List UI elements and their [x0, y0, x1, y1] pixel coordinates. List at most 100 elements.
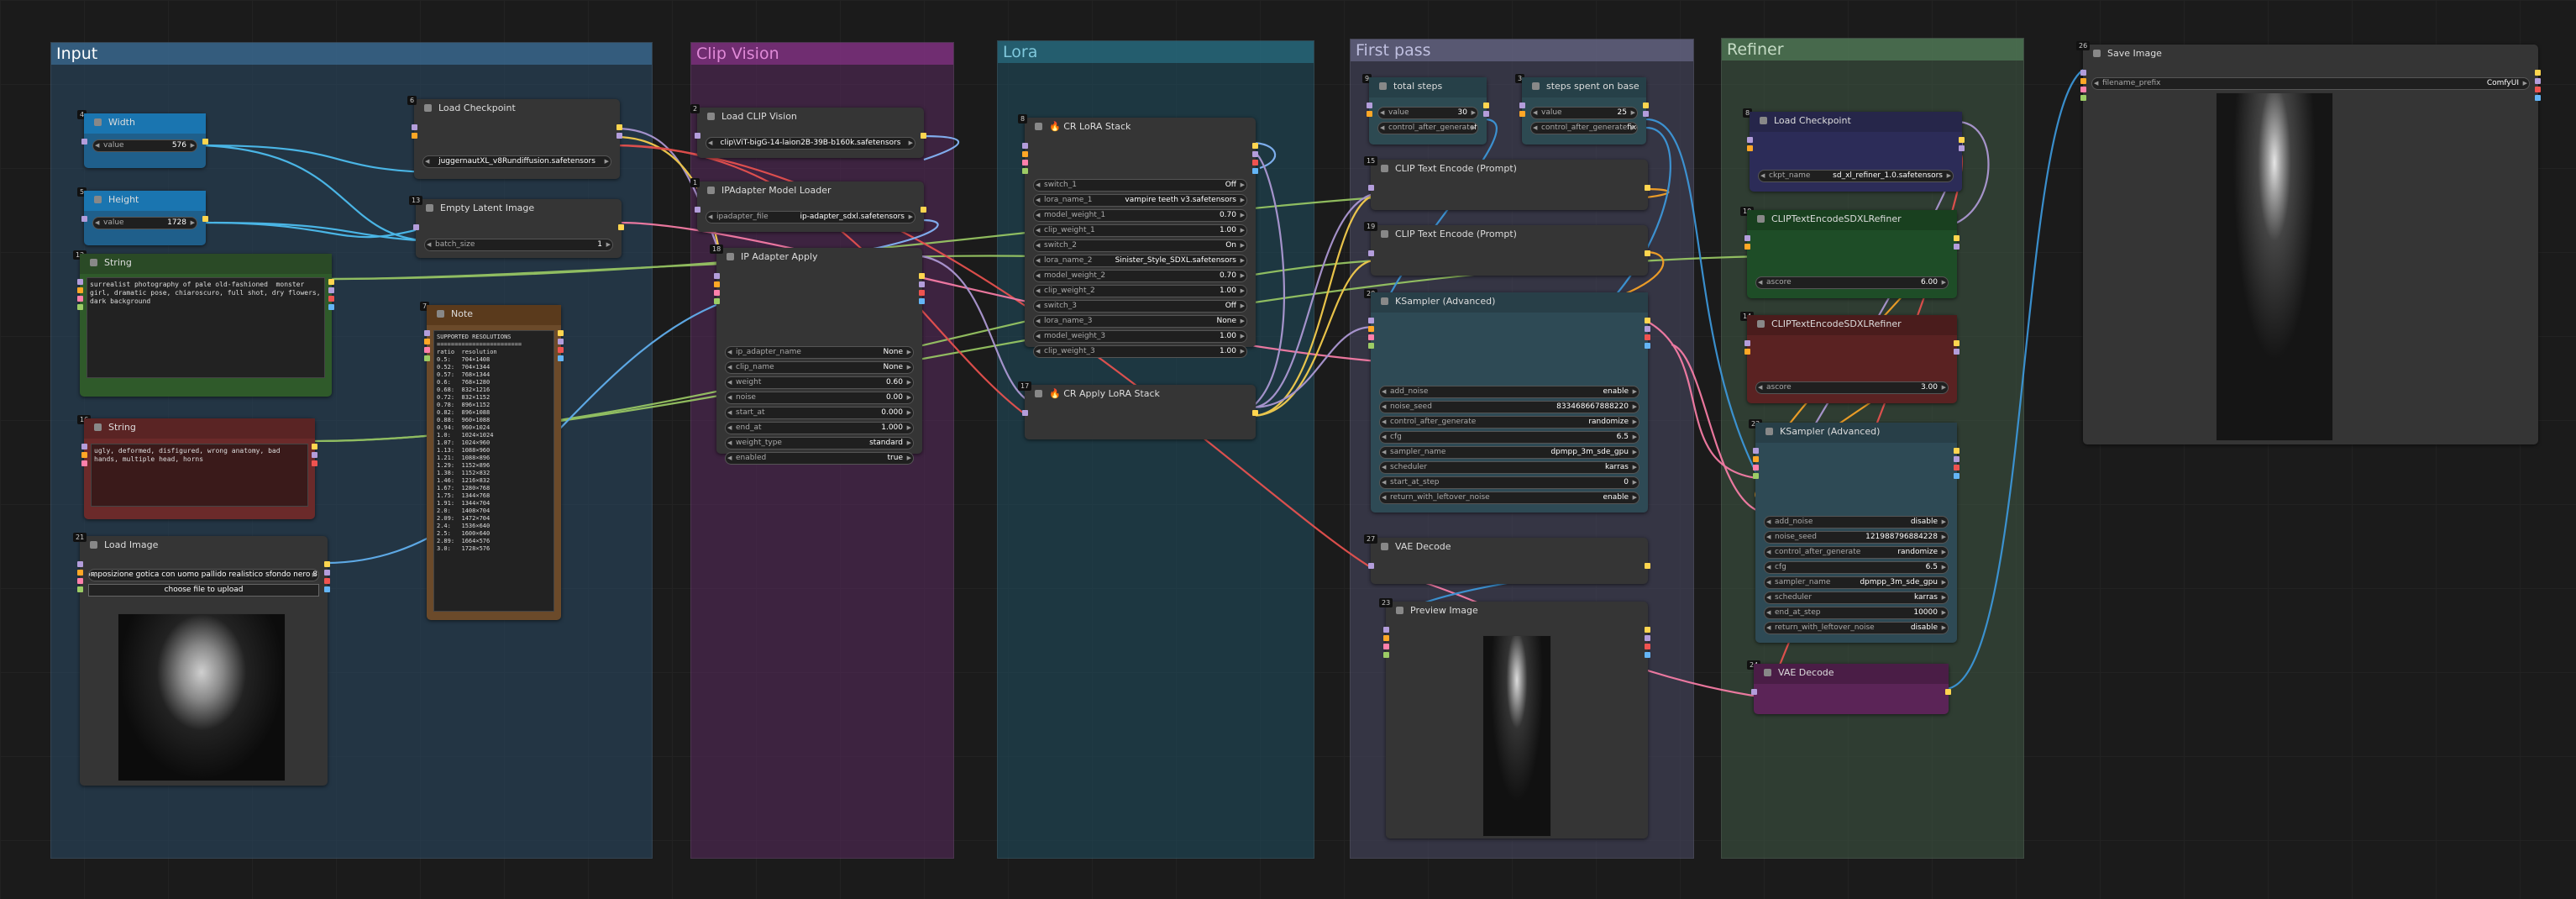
output-port[interactable] [919, 298, 925, 304]
output-port[interactable] [328, 296, 334, 302]
output-port[interactable] [616, 124, 622, 130]
input-port[interactable] [714, 281, 720, 287]
input-port[interactable] [1022, 151, 1028, 157]
node-clip-text-encode-1[interactable]: 15 CLIP Text Encode (Prompt) [1364, 156, 1650, 210]
output-port[interactable] [1645, 326, 1650, 332]
output-port[interactable] [1252, 143, 1258, 149]
node-cr-apply-lora-stack[interactable]: 17 🔥 CR Apply LoRA Stack [1018, 381, 1258, 439]
collapse-dot[interactable] [1035, 123, 1042, 130]
input-port[interactable] [81, 460, 87, 466]
output-port[interactable] [921, 133, 926, 139]
widget-ip-adapter-name[interactable]: ip_adapter_name None [725, 346, 914, 359]
widget-lora-name-3[interactable]: lora_name_3 None [1033, 315, 1247, 328]
output-port[interactable] [2535, 87, 2541, 92]
widget-clip-weight-1[interactable]: clip_weight_1 1.00 [1033, 224, 1247, 237]
input-port[interactable] [77, 570, 83, 576]
output-port[interactable] [1645, 627, 1650, 633]
input-port[interactable] [714, 290, 720, 296]
input-port[interactable] [1753, 448, 1759, 454]
output-port[interactable] [558, 355, 564, 361]
output-port[interactable] [328, 287, 334, 293]
node-refiner-encode-positive[interactable]: 10 CLIPTextEncodeSDXLRefiner ascore6.00 [1740, 207, 1960, 298]
input-port[interactable] [2080, 87, 2086, 92]
output-port[interactable] [328, 279, 334, 285]
input-port[interactable] [1753, 465, 1759, 471]
output-port[interactable] [1645, 635, 1650, 641]
input-port[interactable] [81, 444, 87, 450]
node-refiner-encode-negative[interactable]: 14 CLIPTextEncodeSDXLRefiner ascore3.00 [1740, 312, 1960, 403]
widget-enabled[interactable]: enabled true [725, 452, 914, 465]
output-port[interactable] [312, 444, 317, 450]
ipadapter-file-widget[interactable]: ipadapter_file ip-adapter_sdxl.safetensor… [706, 211, 916, 223]
widget-control-after-generate[interactable]: control_after_generate randomize [1764, 546, 1949, 559]
widget-weight-type[interactable]: weight_type standard [725, 437, 914, 450]
collapse-dot[interactable] [707, 113, 715, 120]
collapse-dot[interactable] [1532, 82, 1540, 90]
collapse-dot[interactable] [1757, 320, 1765, 328]
widget-model-weight-1[interactable]: model_weight_1 0.70 [1033, 209, 1247, 222]
collapse-dot[interactable] [1396, 607, 1403, 614]
input-port[interactable] [1022, 168, 1028, 174]
input-port[interactable] [77, 279, 83, 285]
widget-model-weight-3[interactable]: model_weight_3 1.00 [1033, 330, 1247, 343]
negative-prompt-textarea[interactable]: ugly, deformed, disfigured, wrong anatom… [91, 444, 308, 507]
node-total-steps[interactable]: 9 total steps value30control_after_gener… [1362, 74, 1489, 145]
widget-noise[interactable]: noise 0.00 [725, 392, 914, 404]
input-port[interactable] [1022, 160, 1028, 166]
widget-value[interactable]: value 30 [1377, 107, 1478, 119]
collapse-dot[interactable] [1381, 297, 1388, 305]
collapse-dot[interactable] [1381, 543, 1388, 550]
input-port[interactable] [1368, 343, 1374, 349]
collapse-dot[interactable] [424, 104, 432, 112]
output-port[interactable] [1645, 185, 1650, 191]
input-port[interactable] [695, 133, 700, 139]
input-port[interactable] [77, 586, 83, 592]
collapse-dot[interactable] [1757, 215, 1765, 223]
widget-clip-weight-2[interactable]: clip_weight_2 1.00 [1033, 285, 1247, 297]
node-width[interactable]: 4 Width value576 [77, 110, 208, 168]
widget-return-with-leftover-noise[interactable]: return_with_leftover_noise disable [1764, 622, 1949, 634]
input-port[interactable] [1519, 111, 1525, 117]
output-port[interactable] [1252, 151, 1258, 157]
widget-end-at-step[interactable]: end_at_step 10000 [1764, 607, 1949, 619]
input-port[interactable] [412, 124, 417, 130]
output-port[interactable] [1954, 448, 1960, 454]
output-port[interactable] [1252, 410, 1258, 416]
widget-switch-3[interactable]: switch_3 Off [1033, 300, 1247, 313]
widget-clip-name[interactable]: clip_name None [725, 361, 914, 374]
input-port[interactable] [1368, 250, 1374, 256]
node-save-image[interactable]: 26 Save Image filename_prefixComfyUI [2076, 41, 2541, 444]
output-port[interactable] [1645, 318, 1650, 323]
input-port[interactable] [1744, 340, 1750, 346]
output-port[interactable] [1959, 137, 1965, 143]
widget-cfg[interactable]: cfg 6.5 [1764, 561, 1949, 574]
output-port[interactable] [1483, 103, 1489, 108]
node-ipadapter-loader[interactable]: 1 IPAdapter Model Loader ipadapter_filei… [690, 178, 926, 232]
node-ipadapter-apply[interactable]: 18 IP Adapter Apply ip_adapter_nameNonec… [710, 244, 925, 465]
input-port[interactable] [1753, 473, 1759, 479]
upload-button[interactable]: choose file to upload [88, 584, 319, 597]
widget-control-after-generate[interactable]: control_after_generate randomize [1379, 416, 1640, 428]
output-port[interactable] [324, 561, 330, 567]
collapse-dot[interactable] [90, 541, 97, 549]
node-load-clip-vision[interactable]: 2 Load CLIP Vision clip\ViT-bigG-14-laio… [690, 104, 926, 158]
ascore-widget[interactable]: ascore 6.00 [1755, 276, 1949, 289]
input-port[interactable] [1368, 334, 1374, 340]
input-port[interactable] [714, 298, 720, 304]
widget-lora-name-1[interactable]: lora_name_1 vampire teeth v3.safetensors [1033, 194, 1247, 207]
ascore-widget[interactable]: ascore 3.00 [1755, 381, 1949, 394]
input-port[interactable] [1747, 145, 1753, 151]
input-port[interactable] [1383, 652, 1389, 658]
input-port[interactable] [412, 133, 417, 139]
output-port[interactable] [1645, 652, 1650, 658]
collapse-dot[interactable] [1764, 669, 1771, 676]
output-port[interactable] [312, 452, 317, 458]
collapse-dot[interactable] [1035, 390, 1042, 397]
input-port[interactable] [1751, 689, 1757, 695]
widget-end-at[interactable]: end_at 1.000 [725, 422, 914, 434]
node-ksampler-first[interactable]: 20 KSampler (Advanced) add_noiseenableno… [1364, 289, 1650, 513]
input-port[interactable] [1747, 137, 1753, 143]
widget-noise-seed[interactable]: noise_seed 833468667888220 [1379, 401, 1640, 413]
output-port[interactable] [558, 330, 564, 336]
input-port[interactable] [424, 347, 430, 353]
